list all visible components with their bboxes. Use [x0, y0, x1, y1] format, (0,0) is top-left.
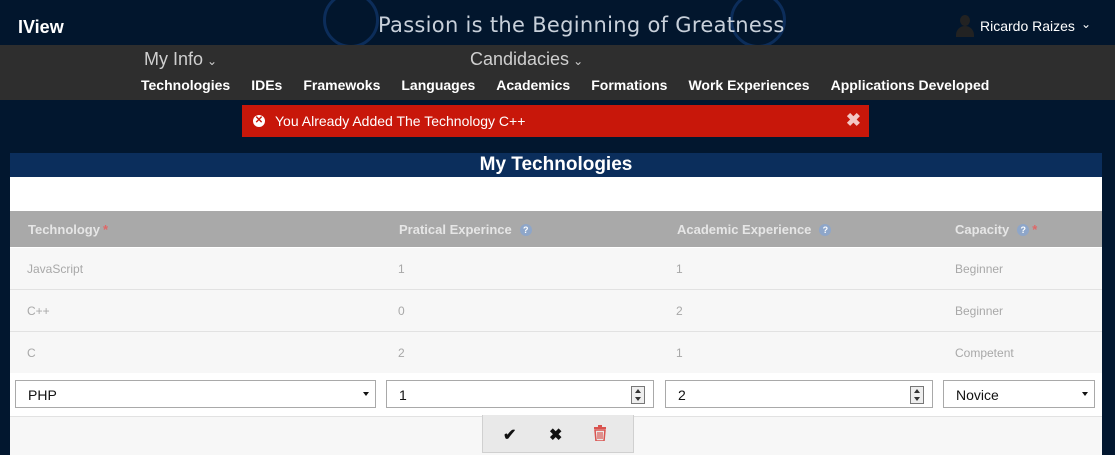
user-menu[interactable]: Ricardo Raizes ⌄: [956, 15, 1091, 37]
table-row[interactable]: C++ 0 2 Beginner: [10, 290, 1102, 332]
top-banner: IView Passion is the Beginning of Greatn…: [0, 0, 1115, 48]
column-header-capacity[interactable]: Capacity? *: [955, 222, 1037, 237]
sub-navigation: Technologies IDEs Framewoks Languages Ac…: [141, 77, 1010, 93]
cell-capacity: Beginner: [955, 304, 1004, 318]
help-icon[interactable]: ?: [819, 223, 832, 236]
column-header-academic[interactable]: Academic Experience?: [677, 222, 832, 237]
row-actions: ✔ ✖: [482, 415, 634, 453]
cell-academic: 1: [676, 262, 683, 276]
cell-practical: 2: [398, 346, 405, 360]
cell-academic: 1: [676, 346, 683, 360]
nav-item-academics[interactable]: Academics: [496, 77, 570, 93]
technology-select[interactable]: PHP: [15, 380, 376, 408]
cell-capacity: Beginner: [955, 262, 1004, 276]
navbar: My Info ⌄ Candidacies ⌄ Technologies IDEs …: [0, 45, 1115, 100]
x-circle-icon: ✕: [253, 115, 265, 127]
menu-my-info[interactable]: My Info ⌄: [144, 49, 217, 70]
help-icon[interactable]: ?: [519, 223, 532, 236]
dropdown-caret-icon: [363, 392, 369, 396]
nav-item-ides[interactable]: IDEs: [251, 77, 282, 93]
delete-trash-icon[interactable]: [593, 425, 607, 445]
decorative-circle: [323, 0, 379, 48]
number-spinner-icon[interactable]: [631, 386, 645, 404]
capacity-select[interactable]: Novice: [943, 380, 1095, 408]
menu-candidacies[interactable]: Candidacies ⌄: [470, 49, 583, 70]
edit-row: PHP 1 2 Novice: [10, 373, 1102, 415]
cell-academic: 2: [676, 304, 683, 318]
nav-item-frameworks[interactable]: Framewoks: [303, 77, 380, 93]
table-header: Technology * Pratical Experince? Academic…: [10, 211, 1102, 247]
input-value: 2: [678, 387, 686, 403]
column-header-practical[interactable]: Pratical Experince?: [399, 222, 532, 237]
table-row[interactable]: C 2 1 Competent: [10, 332, 1102, 374]
trash-icon: [594, 425, 606, 442]
close-alert-icon[interactable]: ✖: [846, 110, 861, 131]
user-avatar-icon: [956, 15, 974, 37]
table-row[interactable]: JavaScript 1 1 Beginner: [10, 248, 1102, 290]
page-title: My Technologies: [10, 153, 1102, 177]
user-name: Ricardo Raizes: [980, 18, 1075, 34]
menu-label: My Info: [144, 49, 204, 69]
slogan: Passion is the Beginning of Greatness: [378, 13, 785, 37]
academic-experience-input[interactable]: 2: [665, 380, 933, 408]
chevron-down-icon: ⌄: [573, 54, 584, 68]
chevron-down-icon: ⌄: [1080, 17, 1091, 31]
help-icon[interactable]: ?: [1017, 223, 1030, 236]
practical-experience-input[interactable]: 1: [386, 380, 654, 408]
selected-value: PHP: [28, 387, 57, 403]
dropdown-caret-icon: [1082, 392, 1088, 396]
column-label: Pratical Experince: [399, 222, 512, 237]
app-brand[interactable]: IView: [18, 17, 64, 38]
number-spinner-icon[interactable]: [910, 386, 924, 404]
cell-technology: C++: [27, 304, 50, 318]
selected-value: Novice: [956, 387, 999, 403]
column-header-technology[interactable]: Technology *: [28, 222, 108, 237]
input-value: 1: [399, 387, 407, 403]
nav-item-work-experiences[interactable]: Work Experiences: [688, 77, 809, 93]
column-label: Academic Experience: [677, 222, 812, 237]
column-label: Technology: [28, 222, 100, 237]
error-alert: ✕ You Already Added The Technology C++ ✖: [242, 105, 869, 137]
chevron-down-icon: ⌄: [207, 54, 218, 68]
menu-label: Candidacies: [470, 49, 570, 69]
cancel-x-icon[interactable]: ✖: [549, 425, 562, 445]
cell-practical: 0: [398, 304, 405, 318]
confirm-check-icon[interactable]: ✔: [503, 425, 516, 445]
nav-item-languages[interactable]: Languages: [401, 77, 475, 93]
nav-item-applications-developed[interactable]: Applications Developed: [831, 77, 990, 93]
cell-practical: 1: [398, 262, 405, 276]
technologies-panel: Technology * Pratical Experince? Academic…: [10, 177, 1102, 455]
required-mark: *: [102, 222, 109, 237]
nav-item-formations[interactable]: Formations: [591, 77, 667, 93]
cell-technology: C: [27, 346, 36, 360]
column-label: Capacity: [955, 222, 1010, 237]
required-mark: *: [1032, 222, 1038, 237]
cell-technology: JavaScript: [27, 262, 84, 276]
nav-item-technologies[interactable]: Technologies: [141, 77, 230, 93]
cell-capacity: Competent: [955, 346, 1014, 360]
alert-message: You Already Added The Technology C++: [275, 113, 526, 129]
